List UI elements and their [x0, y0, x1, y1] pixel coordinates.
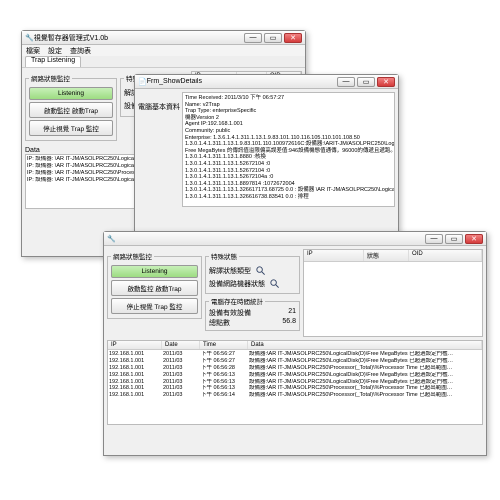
maximize-button[interactable]: ▭: [264, 33, 282, 43]
listen-button[interactable]: Listening: [111, 265, 198, 278]
table-row[interactable]: 192.168.1.0012011/03下午 06:56:27設備器:\AR I…: [109, 351, 481, 358]
detail-line: 1.3.0.1.4.1.311.1.13.1.326617173.68725 0…: [185, 187, 392, 194]
titlebar[interactable]: 🔧 — ▭ ✕: [104, 232, 486, 246]
minimize-button[interactable]: —: [425, 234, 443, 244]
stat-label: 設備有效設備: [209, 308, 288, 318]
detail-line: Community: public: [185, 128, 392, 135]
group-network-monitor: 網路狀態監控 Listening 啟動監控 啟動Trap 停止視覺 Trap 監…: [25, 73, 117, 141]
titlebar[interactable]: 🔧 視覺暫存器管理式V1.0b — ▭ ✕: [22, 31, 305, 45]
start-trap-button[interactable]: 啟動監控 啟動Trap: [29, 102, 113, 118]
tab-row: Trap Listening: [22, 56, 305, 68]
stop-trap-button[interactable]: 停止視覺 Trap 監控: [29, 120, 113, 136]
stat-label: 總點數: [209, 318, 282, 328]
detail-line: 1.3.0.1.4.1.311.1.13.1.8880 :核換: [185, 154, 392, 161]
col-status[interactable]: 狀態: [364, 250, 409, 261]
event-table[interactable]: IP Date Time Data 192.168.1.0012011/03下午…: [107, 340, 483, 425]
window-title: Frm_ShowDetails: [147, 78, 337, 85]
menubar: 檔案 設定 查詢表: [22, 45, 305, 56]
menu-query[interactable]: 查詢表: [70, 46, 91, 56]
window-show-details: 📄 Frm_ShowDetails — ▭ ✕ 電腦基本資料 Time Rece…: [134, 74, 399, 234]
maximize-button[interactable]: ▭: [445, 234, 463, 244]
detail-line: 1.3.0.1.4.1.311.1.13.1.52672104 :0: [185, 168, 392, 175]
minimize-button[interactable]: —: [337, 77, 355, 87]
table-row[interactable]: 192.168.1.0012011/03下午 06:56:13設備器:\AR I…: [109, 385, 481, 392]
detail-textbox[interactable]: Time Received: 2011/3/10 下午 06:57:27Name…: [182, 92, 395, 207]
group-title: 網路狀態監控: [29, 73, 72, 83]
detail-line: Agent IP:192.168.1.001: [185, 121, 392, 128]
maximize-button[interactable]: ▭: [357, 77, 375, 87]
table-row[interactable]: 192.168.1.0012011/03下午 06:56:28設備器:\AR I…: [109, 365, 481, 372]
table-row[interactable]: 192.168.1.0012011/03下午 06:56:13設備器:\AR I…: [109, 372, 481, 379]
window-trap-manager-large: 🔧 — ▭ ✕ 網路狀態監控 Listening 啟動監控 啟動Trap 停止視…: [103, 231, 487, 456]
group-stats: 電腦存在時間統計 設備有效設備21 總點數56.8: [205, 296, 300, 331]
col-ip[interactable]: IP: [108, 341, 162, 349]
window-title: 視覺暫存器管理式V1.0b: [34, 33, 244, 43]
close-button[interactable]: ✕: [377, 77, 395, 87]
listen-button[interactable]: Listening: [29, 87, 113, 100]
app-icon: 🔧: [107, 235, 116, 243]
detail-line: 1.3.0.1.4.1.311.1.13.1.326616738.83541 0…: [185, 194, 392, 201]
detail-line: 1.3.0.1.4.1.311.1.13.1.52672104a :0: [185, 174, 392, 181]
minimize-button[interactable]: —: [244, 33, 262, 43]
detail-line: 1.3.0.1.4.1.311.1.13.1.52672104 :0: [185, 161, 392, 168]
detail-line: 1.3.0.1.4.1.311.1.13.1.9.83.101.110.1009…: [185, 141, 392, 148]
menu-file[interactable]: 檔案: [26, 46, 40, 56]
group-special-status: 特殊狀態 解譯狀態類型 設備網路機器狀態: [205, 251, 300, 294]
stop-trap-button[interactable]: 停止視覺 Trap 監控: [111, 298, 198, 314]
search-icon[interactable]: [269, 278, 280, 289]
table-row[interactable]: 192.168.1.0012011/03下午 06:56:27設備器:\AR I…: [109, 358, 481, 365]
table-row[interactable]: 192.168.1.0012011/03下午 06:56:13設備器:\AR I…: [109, 379, 481, 386]
close-button[interactable]: ✕: [465, 234, 483, 244]
detail-line: 機器Version 2: [185, 115, 392, 122]
group-title: 特殊狀態: [209, 251, 239, 261]
col-data[interactable]: Data: [248, 341, 482, 349]
group-title: 網路狀態監控: [111, 251, 154, 261]
group-network-monitor: 網路狀態監控 Listening 啟動監控 啟動Trap 停止視覺 Trap 監…: [107, 251, 202, 319]
close-button[interactable]: ✕: [284, 33, 302, 43]
search-icon[interactable]: [255, 265, 266, 276]
table-row[interactable]: 192.168.1.0012011/03下午 06:56:14設備器:\AR I…: [109, 392, 481, 399]
detail-side-label: 電腦基本資料: [138, 92, 182, 229]
detail-line: Name: v2Trap: [185, 102, 392, 109]
tab-trap-listening[interactable]: Trap Listening: [25, 56, 81, 67]
col-oid[interactable]: OID: [409, 250, 482, 261]
titlebar[interactable]: 📄 Frm_ShowDetails — ▭ ✕: [135, 75, 398, 89]
stat-value: 21: [288, 308, 296, 318]
sub-label: 解譯狀態類型: [209, 266, 251, 276]
sub-label: 設備網路機器狀態: [209, 279, 265, 289]
col-date[interactable]: Date: [162, 341, 200, 349]
detail-line: Trap Type: enterpriseSpecific: [185, 108, 392, 115]
app-icon: 📄: [138, 78, 147, 86]
menu-settings[interactable]: 設定: [48, 46, 62, 56]
stats-title: 電腦存在時間統計: [209, 296, 265, 306]
ip-status-list[interactable]: IP 狀態 OID: [303, 249, 483, 337]
stat-value: 56.8: [282, 318, 296, 328]
start-trap-button[interactable]: 啟動監控 啟動Trap: [111, 280, 198, 296]
app-icon: 🔧: [25, 34, 34, 42]
detail-line: Time Received: 2011/3/10 下午 06:57:27: [185, 95, 392, 102]
col-time[interactable]: Time: [200, 341, 248, 349]
col-ip[interactable]: IP: [304, 250, 364, 261]
